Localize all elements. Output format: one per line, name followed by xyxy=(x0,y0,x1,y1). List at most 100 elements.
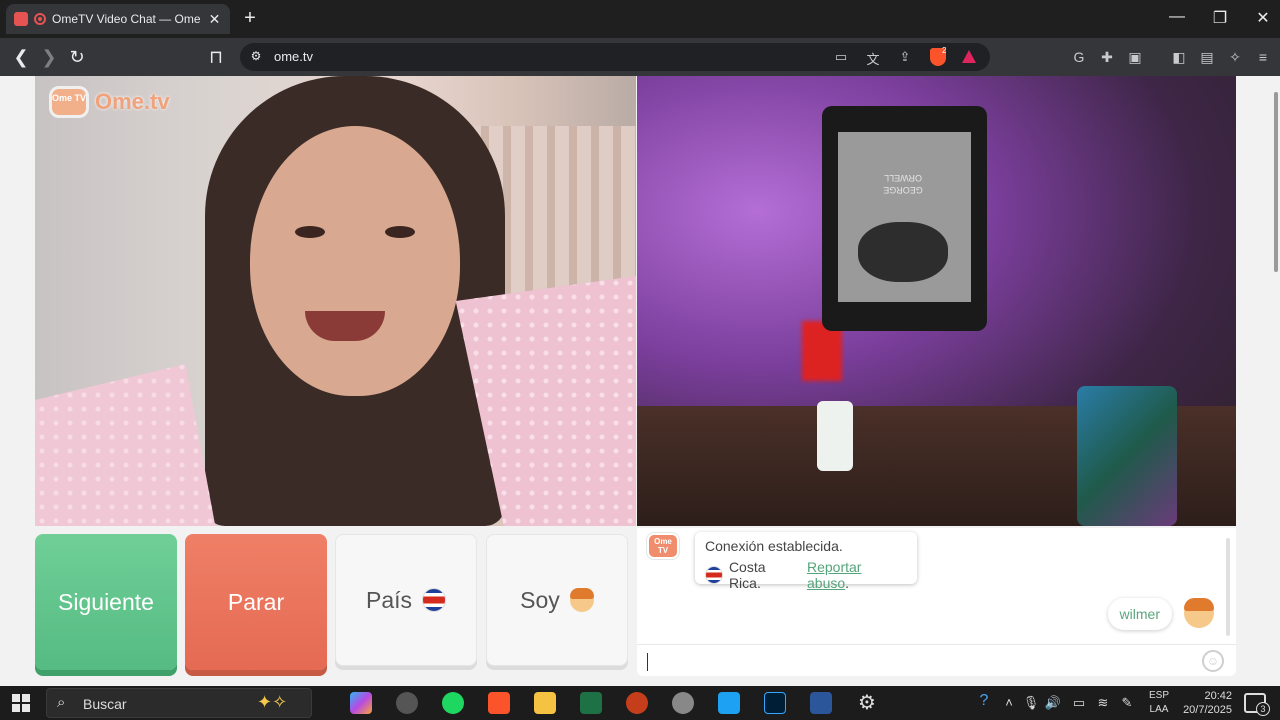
chat-scrollbar[interactable] xyxy=(1226,538,1230,636)
stranger-country-line: Costa Rica. Reportar abuso. xyxy=(705,559,907,591)
taskbar-search[interactable]: ⌕ Buscar ✦✧ xyxy=(46,688,312,718)
chat-panel: Ome TV Conexión establecida. Costa Rica.… xyxy=(637,528,1236,676)
tab-close-icon[interactable]: ✕ xyxy=(207,11,222,28)
ometv-page: Ome TV Ome.tv GEORGE ORWELL Siguiente Pa… xyxy=(0,76,1280,686)
new-tab-button[interactable]: + xyxy=(240,8,260,28)
boy-emoji-icon xyxy=(569,588,594,612)
my-avatar xyxy=(1184,598,1214,628)
photoshop-icon[interactable] xyxy=(764,692,786,714)
maximize-button[interactable]: ❐ xyxy=(1205,8,1235,28)
colorful-mug xyxy=(1077,386,1177,526)
report-abuse-link[interactable]: Reportar abuso xyxy=(807,559,861,591)
brave-rewards-icon[interactable] xyxy=(962,50,976,63)
costa-rica-flag-icon xyxy=(705,566,723,584)
ometv-chat-logo-icon: Ome TV xyxy=(647,533,679,559)
stop-button-label: Parar xyxy=(227,588,285,615)
obs-icon[interactable] xyxy=(396,692,418,714)
shields-count: 2 xyxy=(942,46,947,55)
keyboard-layout: LAA xyxy=(1149,704,1169,715)
windows-start-icon[interactable] xyxy=(12,694,30,712)
kindle-cover-art xyxy=(858,222,948,282)
word-icon[interactable] xyxy=(810,692,832,714)
forward-icon[interactable]: ❯ xyxy=(38,46,60,68)
wifi-icon[interactable]: ≋ xyxy=(1094,695,1112,711)
tab-search-icon[interactable]: ▣ xyxy=(1126,48,1144,66)
stranger-video: GEORGE ORWELL xyxy=(637,76,1236,526)
connection-established-text: Conexión establecida. xyxy=(705,538,843,554)
country-button[interactable]: País xyxy=(335,534,477,666)
brave-icon[interactable] xyxy=(488,692,510,714)
powerpoint-icon[interactable] xyxy=(626,692,648,714)
ometv-logo-text: Ome.tv xyxy=(95,89,170,114)
report-period: . xyxy=(845,575,850,591)
stop-button[interactable]: Parar xyxy=(185,534,327,670)
search-highlight-icon: ✦✧ xyxy=(257,692,288,712)
costa-rica-flag-icon xyxy=(422,588,447,612)
file-explorer-icon[interactable] xyxy=(534,692,556,714)
sidebar-icon[interactable]: ◧ xyxy=(1170,48,1188,66)
recording-icon xyxy=(34,13,46,25)
share-icon[interactable]: ⇪ xyxy=(896,49,914,65)
language-code: ESP xyxy=(1148,690,1169,701)
address-bar[interactable]: ⚙ ome.tv ▭ 文 ⇪ 2 xyxy=(240,43,990,71)
kindle-device: GEORGE ORWELL xyxy=(822,106,987,331)
clock-date: 20/7/2025 xyxy=(1183,704,1232,716)
next-button-label: Siguiente xyxy=(58,588,154,615)
clock[interactable]: 20:42 20/7/2025 xyxy=(1180,689,1232,717)
show-hidden-icons-chevron-icon[interactable]: ˄ xyxy=(1000,695,1018,710)
bookmark-icon[interactable]: ⊓ xyxy=(205,46,227,68)
battery-icon[interactable]: ▭ xyxy=(1070,695,1088,711)
tab-ometv[interactable]: OmeTV Video Chat — Omegl ✕ xyxy=(6,4,230,34)
minimize-button[interactable]: — xyxy=(1162,8,1192,26)
kindle-screen: GEORGE ORWELL xyxy=(838,132,971,302)
chat-input[interactable]: ☺ xyxy=(637,644,1236,676)
wallet-icon[interactable]: ▤ xyxy=(1198,48,1216,66)
capcut-icon[interactable] xyxy=(718,692,740,714)
volume-icon[interactable]: 🔊 xyxy=(1044,695,1062,711)
system-message: Conexión establecida. Costa Rica. Report… xyxy=(695,532,917,591)
navigation-bar: ❮ ❯ ↻ ⊓ ⚙ ome.tv ▭ 文 ⇪ 2 G ✚ ▣ ◧ ▤ ✧ ≡ xyxy=(0,38,1280,76)
windows-taskbar: ⌕ Buscar ✦✧ ⚙ ? ˄ 🎙 🔊 ▭ ≋ ✎ ESP LAA 20:4… xyxy=(0,686,1280,720)
next-button[interactable]: Siguiente xyxy=(35,534,177,670)
copilot-icon[interactable] xyxy=(350,692,372,714)
spotify-icon[interactable] xyxy=(442,692,464,714)
translate-icon[interactable]: 文 xyxy=(864,49,882,67)
translate-extension-icon[interactable]: G xyxy=(1070,48,1088,66)
excel-icon[interactable] xyxy=(580,692,602,714)
settings-gear-icon[interactable]: ⚙ xyxy=(856,692,878,714)
menu-icon[interactable]: ≡ xyxy=(1254,48,1272,66)
search-placeholder: Buscar xyxy=(83,696,127,712)
page-scrollbar-thumb[interactable] xyxy=(1274,92,1278,272)
my-webcam-video: Ome TV Ome.tv xyxy=(35,76,636,526)
url-text[interactable]: ome.tv xyxy=(274,49,313,64)
tab-bar: OmeTV Video Chat — Omegl ✕ + — ❐ ✕ xyxy=(0,0,1280,38)
emoji-icon[interactable]: ☺ xyxy=(1202,650,1224,672)
page-scrollbar[interactable] xyxy=(1272,76,1280,686)
gender-button[interactable]: Soy xyxy=(486,534,628,666)
person-eye-right xyxy=(385,226,415,238)
back-icon[interactable]: ❮ xyxy=(10,46,32,68)
extensions-icon[interactable]: ✚ xyxy=(1098,48,1116,66)
cast-icon[interactable]: ▭ xyxy=(832,49,850,65)
notification-count: 3 xyxy=(1256,702,1270,716)
ometv-logo: Ome TV Ome.tv xyxy=(49,86,170,118)
my-chat-message: wilmer xyxy=(1107,598,1172,630)
ometv-favicon-icon xyxy=(14,12,28,26)
close-window-button[interactable]: ✕ xyxy=(1248,8,1278,28)
pen-icon[interactable]: ✎ xyxy=(1118,695,1136,711)
boy-avatar-icon xyxy=(1184,598,1214,628)
ometv-logo-icon: Ome TV xyxy=(49,86,89,118)
gender-button-label: Soy xyxy=(520,586,560,613)
microphone-icon[interactable]: 🎙 xyxy=(1022,695,1040,711)
tab-title: OmeTV Video Chat — Omegl xyxy=(52,12,202,26)
white-bottle xyxy=(817,401,853,471)
stranger-country: Costa Rica. xyxy=(728,559,766,591)
leo-ai-icon[interactable]: ✧ xyxy=(1226,48,1244,66)
clock-time: 20:42 xyxy=(1204,690,1232,702)
search-icon: ⌕ xyxy=(57,694,66,711)
github-desktop-icon[interactable] xyxy=(672,692,694,714)
language-indicator[interactable]: ESP LAA xyxy=(1148,689,1170,717)
help-icon[interactable]: ? xyxy=(975,692,993,710)
site-info-icon[interactable]: ⚙ xyxy=(248,49,264,65)
reload-icon[interactable]: ↻ xyxy=(66,46,88,68)
